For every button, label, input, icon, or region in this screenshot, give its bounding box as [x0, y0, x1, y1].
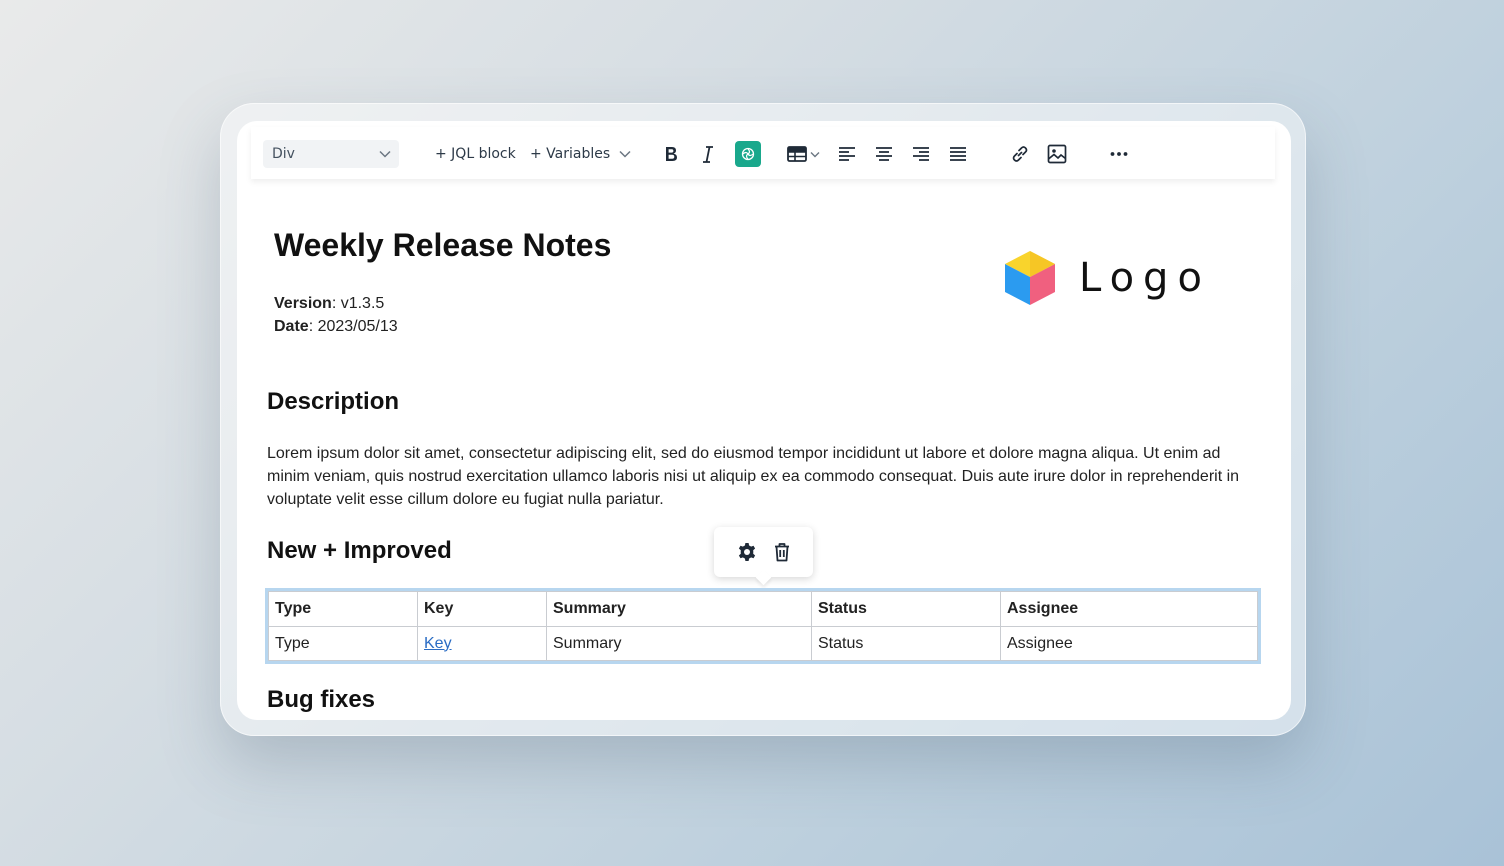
table-header-cell: Type	[268, 591, 418, 627]
cube-logo-icon	[1005, 251, 1055, 305]
gear-icon	[738, 543, 755, 561]
table-cell: Type	[268, 626, 418, 661]
table-header-row: Type Key Summary Status Assignee	[268, 591, 1258, 627]
description-heading: Description	[267, 388, 400, 415]
table-cell: Key	[417, 626, 547, 661]
table-delete-button[interactable]	[773, 542, 791, 562]
date-label: Date	[274, 318, 309, 335]
version-label: Version	[274, 295, 332, 312]
bug-fixes-heading: Bug fixes	[267, 686, 376, 713]
issue-key-link[interactable]: Key	[424, 635, 452, 652]
table-row: Type Key Summary Status Assignee	[268, 626, 1258, 661]
logo-text: Logo	[1079, 255, 1211, 301]
editor-window: Div + JQL block + Variables Weekly Relea…	[237, 121, 1291, 720]
table-header-cell: Status	[811, 591, 1001, 627]
date-line: Date: 2023/05/13	[274, 318, 398, 336]
table-cell: Summary	[546, 626, 812, 661]
jql-table[interactable]: Type Key Summary Status Assignee Type Ke…	[265, 588, 1261, 664]
document-body[interactable]: Weekly Release Notes Version: v1.3.5 Dat…	[237, 121, 1291, 720]
logo: Logo	[1003, 249, 1211, 307]
document-title: Weekly Release Notes	[274, 227, 612, 263]
version-line: Version: v1.3.5	[274, 295, 384, 313]
table-header-cell: Assignee	[1000, 591, 1258, 627]
table-header-cell: Summary	[546, 591, 812, 627]
table-popover	[714, 527, 813, 577]
version-value: : v1.3.5	[331, 295, 385, 312]
table-settings-button[interactable]	[737, 542, 757, 562]
new-improved-heading: New + Improved	[267, 537, 452, 564]
description-paragraph: Lorem ipsum dolor sit amet, consectetur …	[267, 445, 1240, 508]
table-header-cell: Key	[417, 591, 547, 627]
trash-icon	[774, 543, 789, 562]
table-cell: Status	[811, 626, 1001, 661]
table-cell: Assignee	[1000, 626, 1258, 661]
date-value: : 2023/05/13	[308, 318, 398, 335]
